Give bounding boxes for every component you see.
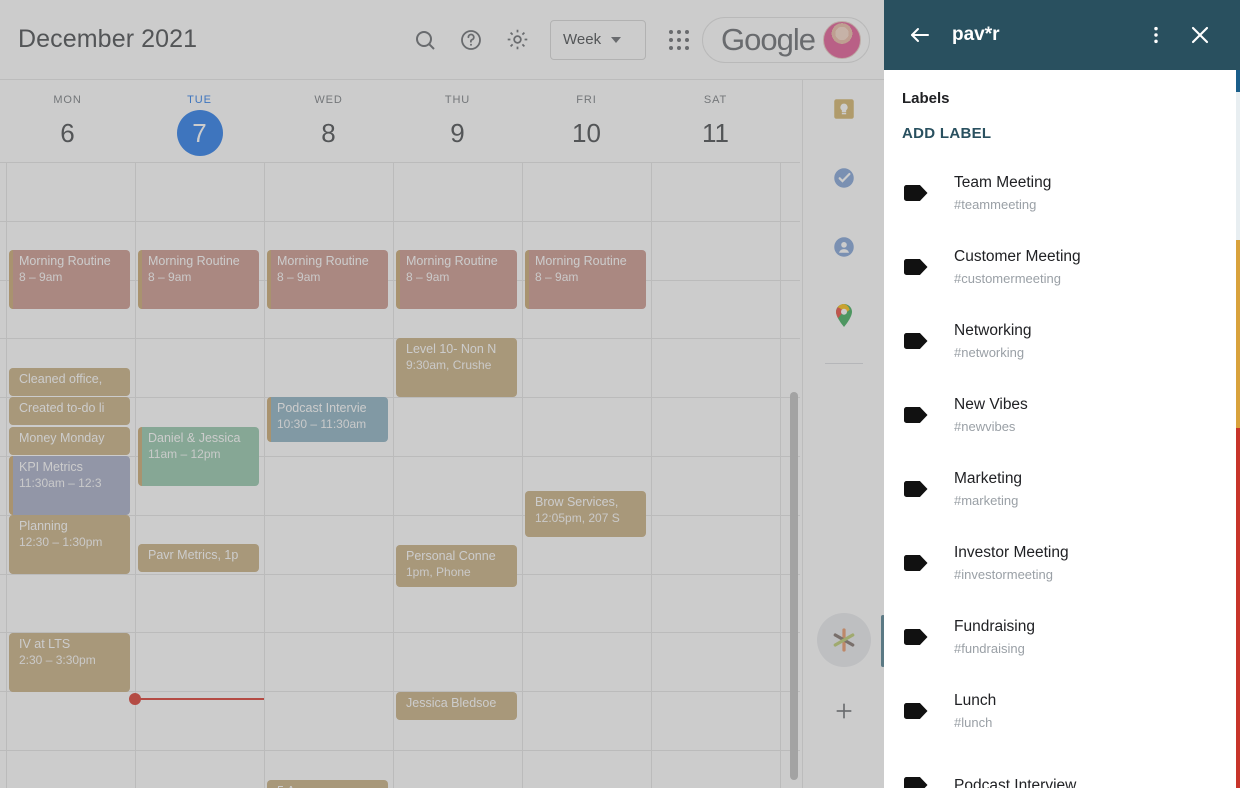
label-hashtag: #investormeeting [954, 567, 1053, 582]
label-list-item[interactable]: Lunch #lunch [884, 674, 1236, 748]
labels-panel: pav*r Labels ADD LABEL Team Meeting #team… [884, 0, 1236, 788]
label-name: Podcast Interview [954, 776, 1077, 788]
label-name: Fundraising [954, 618, 1035, 635]
label-name: Customer Meeting [954, 248, 1081, 265]
label-name: New Vibes [954, 396, 1028, 413]
tag-icon [902, 405, 936, 425]
label-name: Networking [954, 322, 1032, 339]
label-name: Team Meeting [954, 174, 1052, 191]
label-text: Podcast Interview [954, 775, 1076, 788]
app-root: December 2021 Week Google MON 6 TUE 7 WE… [0, 0, 1240, 788]
label-hashtag: #marketing [954, 493, 1019, 508]
label-list-item[interactable]: Podcast Interview [884, 748, 1236, 788]
tag-icon [902, 331, 936, 351]
labels-heading: Labels [902, 90, 950, 107]
browser-edge-strip [1236, 0, 1240, 788]
labels-list: Team Meeting #teammeeting Customer Meeting… [884, 156, 1236, 788]
label-name: Lunch [954, 692, 997, 709]
panel-title: pav*r [952, 24, 1000, 45]
label-text: New Vibes #newvibes [954, 394, 1028, 436]
tag-icon [902, 775, 936, 788]
label-text: Networking #networking [954, 320, 1032, 362]
label-text: Marketing #marketing [954, 468, 1022, 510]
label-hashtag: #teammeeting [954, 197, 1037, 212]
add-label-button[interactable]: ADD LABEL [884, 107, 1236, 156]
label-list-item[interactable]: Team Meeting #teammeeting [884, 156, 1236, 230]
label-name: Investor Meeting [954, 544, 1069, 561]
label-hashtag: #networking [954, 345, 1025, 360]
label-list-item[interactable]: Marketing #marketing [884, 452, 1236, 526]
tag-icon [902, 479, 936, 499]
more-vert-icon[interactable] [1134, 13, 1178, 57]
back-arrow-icon[interactable] [898, 13, 942, 57]
label-list-item[interactable]: Fundraising #fundraising [884, 600, 1236, 674]
panel-header: pav*r [884, 0, 1236, 70]
tag-icon [902, 701, 936, 721]
label-text: Lunch #lunch [954, 690, 996, 732]
tag-icon [902, 183, 936, 203]
edge-segment [1236, 0, 1240, 70]
tag-icon [902, 553, 936, 573]
label-hashtag: #fundraising [954, 641, 1025, 656]
label-list-item[interactable]: New Vibes #newvibes [884, 378, 1236, 452]
label-name: Marketing [954, 470, 1023, 487]
edge-segment [1236, 92, 1240, 240]
label-list-item[interactable]: Investor Meeting #investormeeting [884, 526, 1236, 600]
tag-icon [902, 627, 936, 647]
tag-icon [902, 257, 936, 277]
label-text: Team Meeting #teammeeting [954, 172, 1051, 214]
edge-segment [1236, 240, 1240, 428]
label-hashtag: #newvibes [954, 419, 1016, 434]
edge-segment [1236, 428, 1240, 788]
edge-segment [1236, 70, 1240, 92]
label-list-item[interactable]: Networking #networking [884, 304, 1236, 378]
close-icon[interactable] [1178, 13, 1222, 57]
label-text: Investor Meeting #investormeeting [954, 542, 1069, 584]
label-hashtag: #customermeeting [954, 271, 1061, 286]
label-text: Fundraising #fundraising [954, 616, 1035, 658]
label-text: Customer Meeting #customermeeting [954, 246, 1081, 288]
modal-dim-overlay[interactable] [0, 0, 884, 788]
label-list-item[interactable]: Customer Meeting #customermeeting [884, 230, 1236, 304]
label-hashtag: #lunch [954, 715, 993, 730]
